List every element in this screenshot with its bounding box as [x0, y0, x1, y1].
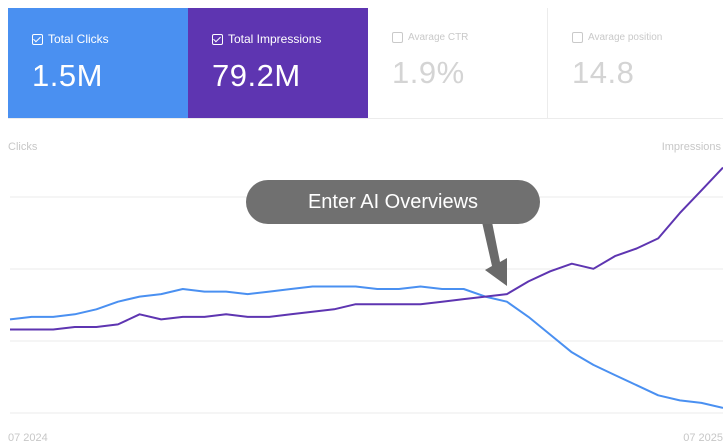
x-axis-end-label: 07 2025 — [683, 432, 723, 444]
annotation-arrow — [482, 222, 507, 286]
annotation-callout: Enter AI Overviews — [246, 180, 540, 224]
x-axis-start-label: 07 2024 — [8, 432, 48, 444]
performance-chart[interactable] — [0, 0, 723, 448]
